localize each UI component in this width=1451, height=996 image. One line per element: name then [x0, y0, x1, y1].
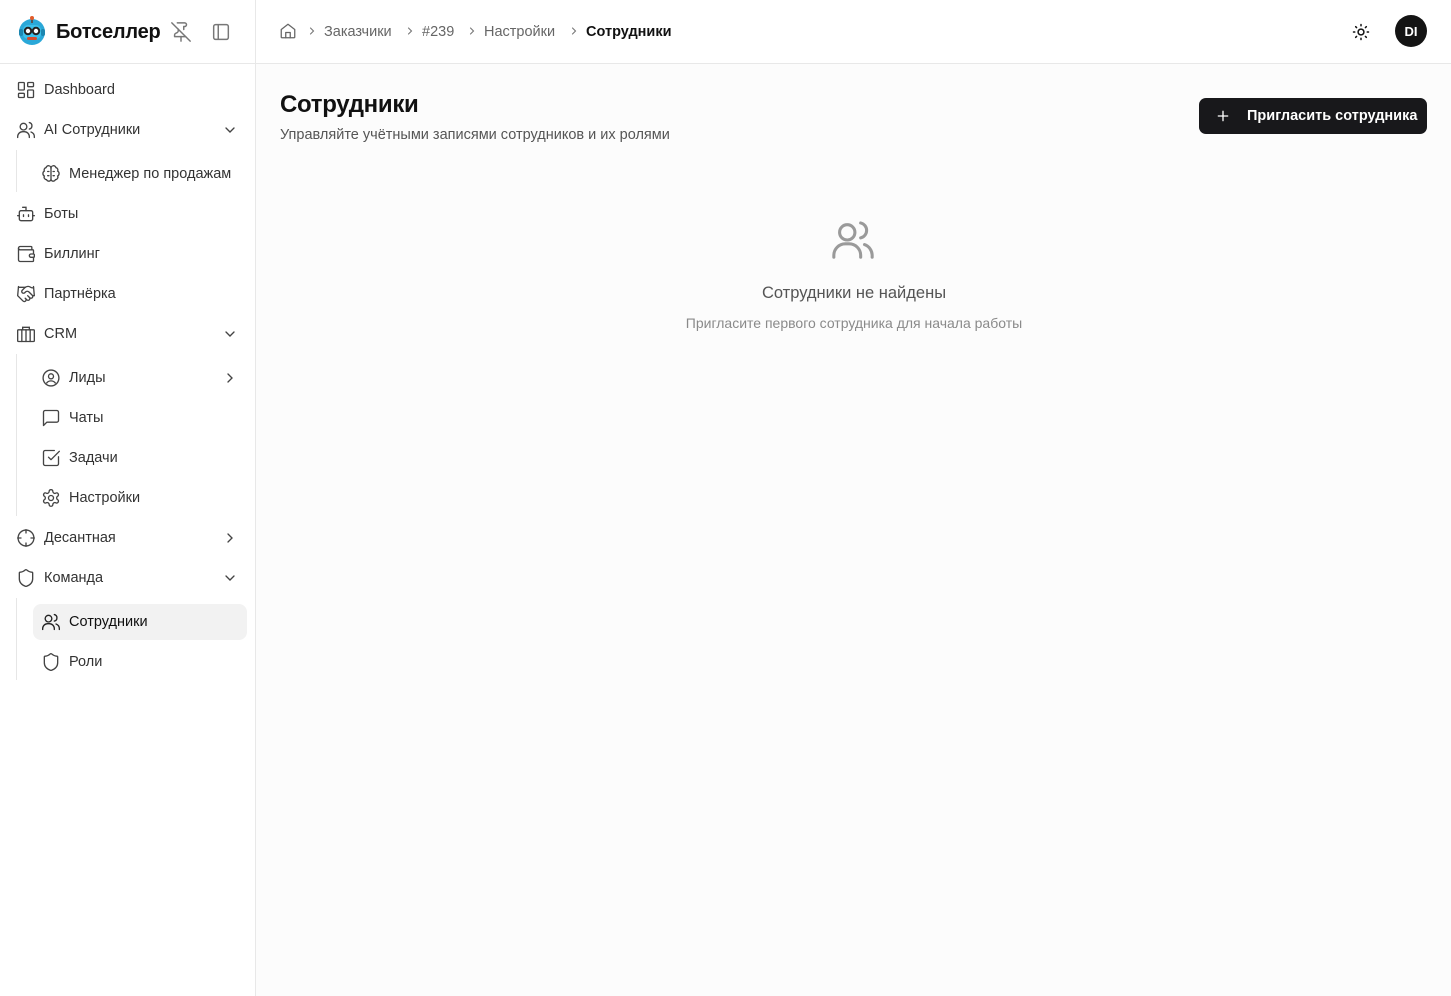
submenu-line: [16, 354, 17, 516]
sidebar-item-label: AI Сотрудники: [44, 122, 141, 138]
chevron-down-icon: [225, 575, 235, 581]
building-icon: [17, 326, 35, 343]
sidebar-item-crm[interactable]: CRM: [8, 316, 248, 352]
sidebar-item-label: Чаты: [69, 410, 104, 426]
brain-icon: [42, 165, 60, 182]
page-title: Сотрудники: [280, 91, 419, 118]
sidebar-item-tasks[interactable]: Задачи: [33, 440, 247, 476]
chevron-right-icon: [227, 373, 233, 383]
sidebar-item-dashboard[interactable]: Dashboard: [8, 72, 248, 108]
avatar[interactable]: DI: [1395, 15, 1427, 47]
invite-employee-button[interactable]: Пригласить сотрудника: [1199, 98, 1427, 134]
chevron-down-icon: [225, 127, 235, 133]
chevron-right-icon: [227, 533, 233, 543]
sidebar-item-label: Сотрудники: [69, 614, 148, 630]
sidebar-item-team[interactable]: Команда: [8, 560, 248, 596]
sidebar-item-label: CRM: [44, 326, 78, 342]
sidebar-item-label: Партнёрка: [44, 286, 116, 302]
sidebar: Ботселлер Dashboard AI Сотрудники Менедж…: [0, 0, 256, 996]
sidebar-item-label: Команда: [44, 570, 104, 586]
sidebar-item-landing[interactable]: Десантная: [8, 520, 248, 556]
breadcrumb-customer-id[interactable]: #239: [422, 23, 454, 41]
sidebar-item-label: Лиды: [69, 370, 106, 386]
chevron-right-icon: [571, 27, 577, 35]
empty-state-title: Сотрудники не найдены: [761, 284, 947, 302]
shield-icon: [43, 653, 59, 672]
breadcrumb-customers[interactable]: Заказчики: [324, 23, 392, 41]
sidebar-item-roles[interactable]: Роли: [33, 644, 247, 680]
gear-icon: [42, 489, 60, 507]
users-icon: [42, 613, 60, 631]
sidebar-item-ai-staff[interactable]: AI Сотрудники: [8, 112, 248, 148]
top-bar: Заказчики #239 Настройки Сотрудники DI: [256, 0, 1451, 64]
breadcrumb-current: Сотрудники: [586, 24, 672, 40]
pin-off-icon: [171, 22, 191, 42]
check-square-icon: [42, 449, 60, 467]
empty-state-subtitle: Пригласите первого сотрудника для начала…: [685, 315, 1023, 331]
crosshair-icon: [17, 529, 35, 547]
page-subtitle: Управляйте учётными записями сотрудников…: [280, 127, 670, 143]
sidebar-item-label: Менеджер по продажам: [69, 166, 232, 182]
collapse-sidebar-button[interactable]: [210, 21, 232, 43]
brand-name: Ботселлер: [56, 21, 161, 43]
sidebar-item-label: Задачи: [69, 450, 118, 466]
users-icon: [17, 121, 35, 139]
sidebar-item-partner[interactable]: Партнёрка: [8, 276, 248, 312]
sidebar-item-sales-manager[interactable]: Менеджер по продажам: [33, 156, 247, 192]
message-square-icon: [42, 409, 60, 427]
breadcrumb-settings[interactable]: Настройки: [484, 23, 555, 41]
brand-header: Ботселлер: [0, 0, 256, 64]
plus-icon: [1217, 110, 1229, 122]
chevron-right-icon: [407, 27, 413, 35]
sidebar-item-label: Dashboard: [44, 82, 115, 98]
user-circle-icon: [42, 369, 60, 387]
sidebar-item-label: Роли: [69, 654, 103, 670]
home-icon[interactable]: [279, 22, 297, 40]
sidebar-item-label: Боты: [44, 206, 79, 222]
handshake-icon: [17, 285, 35, 303]
sidebar-item-chats[interactable]: Чаты: [33, 400, 247, 436]
chevron-down-icon: [225, 331, 235, 337]
sidebar-item-leads[interactable]: Лиды: [33, 360, 247, 396]
sidebar-panel-icon: [212, 23, 230, 41]
sidebar-item-label: Биллинг: [44, 246, 100, 262]
submenu-line: [16, 598, 17, 680]
submenu-line: [16, 150, 17, 192]
bot-icon: [17, 206, 35, 222]
sidebar-item-settings[interactable]: Настройки: [33, 480, 247, 516]
sidebar-item-bots[interactable]: Боты: [8, 196, 248, 232]
sun-icon[interactable]: [1351, 22, 1371, 42]
robot-mascot-icon: [19, 16, 45, 45]
sidebar-item-label: Настройки: [69, 490, 141, 506]
shield-icon: [18, 569, 34, 588]
users-icon: [832, 221, 874, 259]
layout-dashboard-icon: [17, 81, 35, 99]
sidebar-item-billing[interactable]: Биллинг: [8, 236, 248, 272]
unpin-sidebar-button[interactable]: [170, 21, 192, 43]
chevron-right-icon: [469, 27, 475, 35]
sidebar-item-label: Десантная: [44, 530, 116, 546]
sidebar-item-employees[interactable]: Сотрудники: [33, 604, 247, 640]
wallet-icon: [17, 245, 35, 263]
chevron-right-icon: [309, 27, 315, 35]
invite-button-label: Пригласить сотрудника: [1247, 108, 1418, 124]
